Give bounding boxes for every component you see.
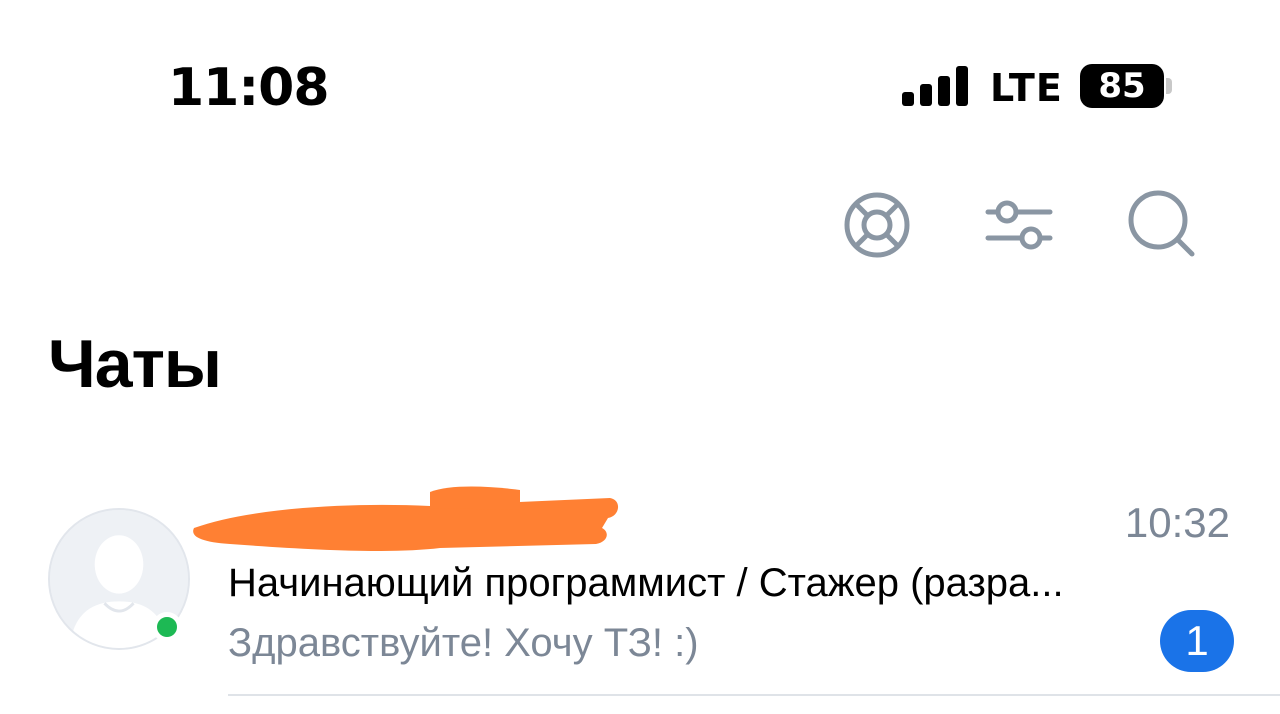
redaction-mark [193,486,619,551]
lifebuoy-icon[interactable] [842,190,912,260]
chats-screen: 11:08 LTE 85 Чаты 10:32 Начинающий прогр… [0,0,1280,714]
search-icon[interactable] [1128,190,1198,260]
last-message-preview: Здравствуйте! Хочу ТЗ! :) [228,621,699,665]
chat-time: 10:32 [1124,499,1230,546]
status-time: 11:08 [168,58,330,118]
unread-count-badge: 1 [1160,610,1234,672]
chat-list-item[interactable]: 10:32 Начинающий программист / Стажер (р… [0,470,1280,700]
network-type: LTE [990,66,1063,110]
row-divider [228,694,1280,696]
battery-icon: 85 [1080,64,1164,108]
chat-subject: Начинающий программист / Стажер (разра..… [228,561,1064,605]
battery-level: 85 [1098,66,1146,106]
page-title: Чаты [48,326,222,402]
battery-tip [1166,78,1172,94]
signal-icon [902,66,970,106]
online-status-indicator [152,612,182,642]
filter-sliders-icon[interactable] [984,190,1054,260]
